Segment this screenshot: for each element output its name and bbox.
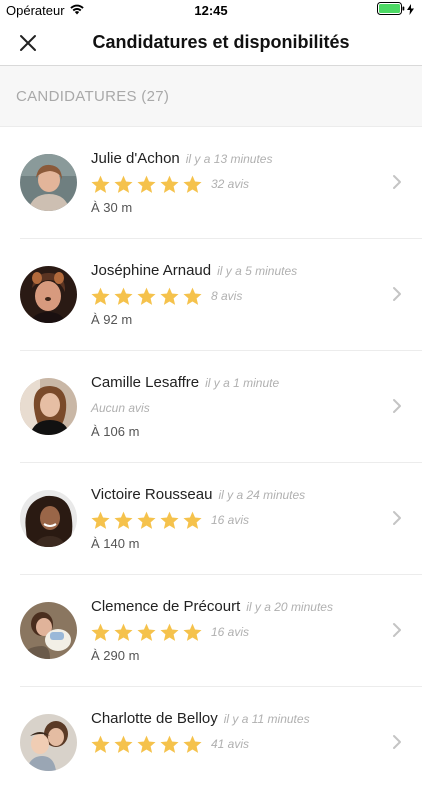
- page-title: Candidatures et disponibilités: [92, 32, 350, 52]
- status-time: 12:45: [194, 3, 228, 18]
- star-rating: [90, 286, 203, 307]
- star-icon: [160, 735, 179, 753]
- star-rating: [90, 510, 203, 531]
- star-icon: [160, 511, 179, 529]
- star-icon: [91, 175, 110, 193]
- candidate-row[interactable]: Charlotte de Belloy il y a 11 minutes 41…: [20, 687, 422, 798]
- candidate-name: Julie d'Achon: [91, 150, 180, 167]
- chevron-right-icon: [393, 623, 401, 637]
- chevron-right-icon: [393, 399, 401, 413]
- star-icon: [183, 735, 202, 753]
- section-title: CANDIDATURES (27): [16, 88, 170, 105]
- candidate-row[interactable]: Camille Lesaffre il y a 1 minute Aucun a…: [20, 351, 422, 463]
- name-row: Joséphine Arnaud il y a 5 minutes: [91, 262, 297, 279]
- navigation-bar: Candidatures et disponibilités: [0, 20, 422, 66]
- star-icon: [183, 511, 202, 529]
- review-count: 16 avis: [211, 625, 250, 639]
- star-icon: [137, 175, 156, 193]
- chevron-right-icon: [393, 287, 401, 301]
- chevron-right-icon: [393, 511, 401, 525]
- distance: À 140 m: [91, 536, 140, 551]
- star-icon: [91, 287, 110, 305]
- star-icon: [114, 623, 133, 641]
- star-icon: [137, 623, 156, 641]
- chevron-right-icon: [393, 175, 401, 189]
- rating-row: 16 avis: [90, 508, 249, 532]
- star-icon: [137, 735, 156, 753]
- rating-row: Aucun avis: [90, 396, 150, 420]
- review-count: Aucun avis: [91, 401, 150, 415]
- star-icon: [91, 623, 110, 641]
- name-row: Clemence de Précourt il y a 20 minutes: [91, 598, 333, 615]
- rating-row: 8 avis: [90, 284, 242, 308]
- review-count: 41 avis: [211, 737, 250, 751]
- candidate-row[interactable]: Clemence de Précourt il y a 20 minutes 1…: [20, 575, 422, 687]
- star-icon: [160, 175, 179, 193]
- application-time: il y a 24 minutes: [218, 488, 306, 502]
- close-button[interactable]: [14, 29, 42, 57]
- application-time: il y a 1 minute: [205, 376, 280, 390]
- review-count: 16 avis: [211, 513, 250, 527]
- name-row: Julie d'Achon il y a 13 minutes: [91, 150, 272, 167]
- star-icon: [183, 623, 202, 641]
- chevron-right-icon: [393, 735, 401, 749]
- review-count: 32 avis: [211, 177, 250, 191]
- avatar: [20, 378, 77, 435]
- application-time: il y a 13 minutes: [185, 152, 273, 166]
- application-time: il y a 20 minutes: [246, 600, 333, 614]
- candidate-row[interactable]: Joséphine Arnaud il y a 5 minutes 8 avis…: [20, 239, 422, 351]
- close-icon: [20, 35, 36, 51]
- star-rating: [90, 174, 203, 195]
- candidate-row[interactable]: Julie d'Achon il y a 13 minutes 32 avis …: [20, 127, 422, 239]
- name-row: Charlotte de Belloy il y a 11 minutes: [91, 710, 310, 727]
- star-icon: [183, 287, 202, 305]
- distance: À 290 m: [91, 648, 140, 663]
- star-icon: [114, 511, 133, 529]
- application-time: il y a 5 minutes: [217, 264, 298, 278]
- star-icon: [137, 287, 156, 305]
- review-count: 8 avis: [211, 289, 243, 303]
- distance: À 106 m: [91, 424, 140, 439]
- name-row: Victoire Rousseau il y a 24 minutes: [91, 486, 305, 503]
- avatar: [20, 714, 77, 771]
- application-time: il y a 11 minutes: [223, 712, 310, 726]
- candidate-name: Clemence de Précourt: [91, 598, 241, 615]
- candidate-name: Joséphine Arnaud: [91, 262, 212, 279]
- star-icon: [183, 175, 202, 193]
- name-row: Camille Lesaffre il y a 1 minute: [91, 374, 279, 391]
- candidate-name: Charlotte de Belloy: [91, 710, 218, 727]
- candidates-list: Julie d'Achon il y a 13 minutes 32 avis …: [0, 127, 422, 798]
- star-icon: [91, 511, 110, 529]
- star-icon: [137, 511, 156, 529]
- avatar: [20, 154, 77, 211]
- status-bar: Opérateur 12:45: [0, 0, 422, 20]
- avatar: [20, 266, 77, 323]
- star-icon: [160, 287, 179, 305]
- avatar: [20, 490, 77, 547]
- rating-row: 16 avis: [90, 620, 249, 644]
- star-icon: [114, 175, 133, 193]
- candidate-row[interactable]: Victoire Rousseau il y a 24 minutes 16 a…: [20, 463, 422, 575]
- star-rating: [90, 622, 203, 643]
- star-icon: [91, 735, 110, 753]
- section-header: CANDIDATURES (27): [0, 66, 422, 127]
- avatar: [20, 602, 77, 659]
- rating-row: 32 avis: [90, 172, 249, 196]
- star-icon: [114, 287, 133, 305]
- rating-row: 41 avis: [90, 732, 249, 756]
- star-icon: [160, 623, 179, 641]
- star-icon: [114, 735, 133, 753]
- distance: À 92 m: [91, 312, 133, 327]
- star-rating: [90, 734, 203, 755]
- candidate-name: Camille Lesaffre: [91, 374, 200, 391]
- distance: À 30 m: [91, 200, 133, 215]
- candidate-name: Victoire Rousseau: [91, 486, 213, 503]
